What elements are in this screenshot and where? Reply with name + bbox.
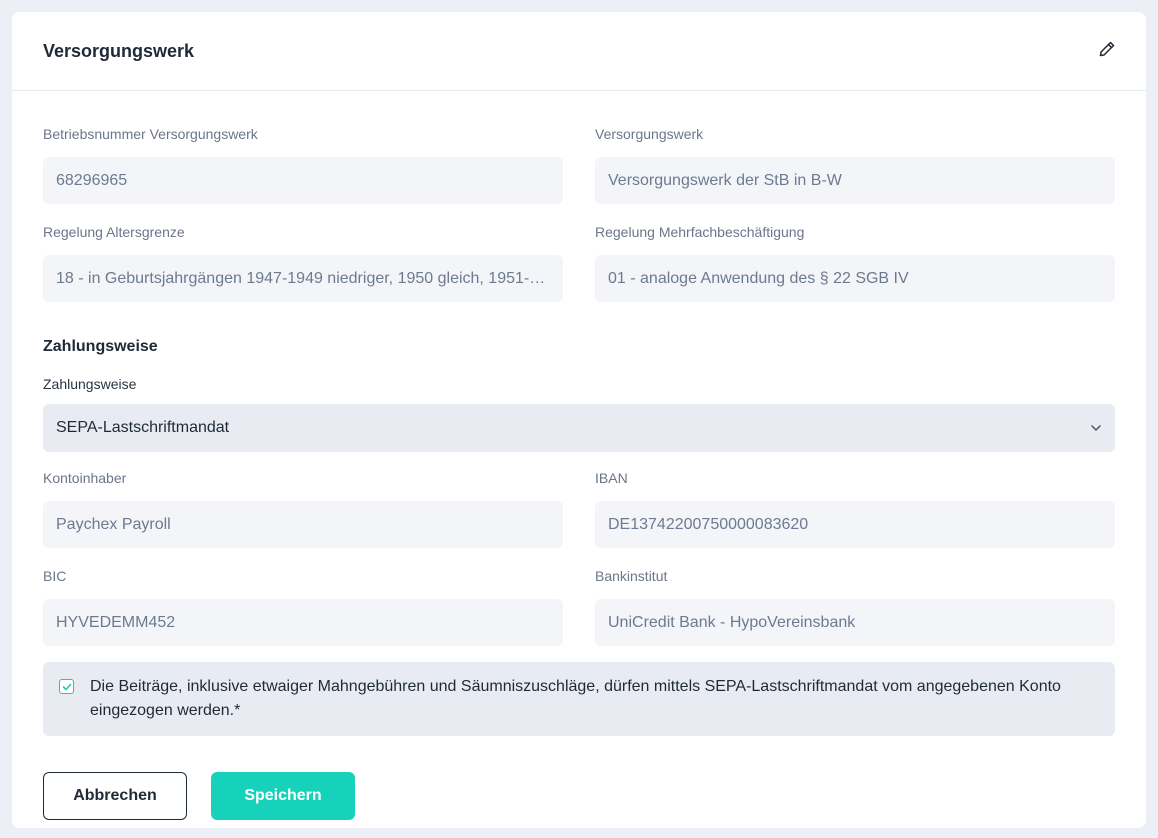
- check-icon: [62, 678, 72, 696]
- card-body: Betriebsnummer Versorgungswerk 68296965 …: [12, 125, 1146, 820]
- versorgungswerk-input: Versorgungswerk der StB in B-W: [595, 157, 1115, 204]
- altersgrenze-label: Regelung Altersgrenze: [43, 224, 185, 240]
- bic-input: HYVEDEMM452: [43, 599, 563, 646]
- iban-value: DE13742200750000083620: [608, 515, 809, 533]
- pencil-icon: [1098, 40, 1116, 63]
- kontoinhaber-label: Kontoinhaber: [43, 470, 127, 486]
- betriebsnummer-label: Betriebsnummer Versorgungswerk: [43, 126, 258, 142]
- iban-label: IBAN: [595, 470, 628, 486]
- form-actions: Abbrechen Speichern: [43, 772, 1115, 820]
- iban-field: IBAN DE13742200750000083620: [595, 469, 1115, 548]
- bankinstitut-label: Bankinstitut: [595, 568, 668, 584]
- altersgrenze-input: 18 - in Geburtsjahrgängen 1947-1949 nied…: [43, 255, 563, 302]
- sepa-consent-checkbox[interactable]: [59, 679, 74, 694]
- card-header: Versorgungswerk: [12, 12, 1146, 91]
- sepa-consent-box: Die Beiträge, inklusive etwaiger Mahngeb…: [43, 662, 1115, 736]
- altersgrenze-value: 18 - in Geburtsjahrgängen 1947-1949 nied…: [56, 269, 550, 287]
- bic-label: BIC: [43, 568, 67, 584]
- sepa-consent-text: Die Beiträge, inklusive etwaiger Mahngeb…: [90, 678, 1061, 719]
- versorgungswerk-row-1: Betriebsnummer Versorgungswerk 68296965 …: [43, 125, 1115, 204]
- mehrfach-input: 01 - analoge Anwendung des § 22 SGB IV: [595, 255, 1115, 302]
- iban-input: DE13742200750000083620: [595, 501, 1115, 548]
- mehrfach-label: Regelung Mehrfachbeschäftigung: [595, 224, 805, 240]
- payment-method-select[interactable]: SEPA-Lastschriftmandat: [43, 404, 1115, 452]
- bic-value: HYVEDEMM452: [56, 613, 176, 631]
- chevron-down-icon: [1090, 419, 1102, 437]
- payment-section-title: Zahlungsweise: [43, 338, 158, 355]
- edit-button[interactable]: [1095, 39, 1119, 63]
- bank-row-2: BIC HYVEDEMM452 Bankinstitut UniCredit B…: [43, 567, 1115, 646]
- betriebsnummer-field: Betriebsnummer Versorgungswerk 68296965: [43, 125, 563, 204]
- altersgrenze-field: Regelung Altersgrenze 18 - in Geburtsjah…: [43, 223, 563, 302]
- payment-method-value: SEPA-Lastschriftmandat: [56, 419, 230, 436]
- versorgungswerk-card: Versorgungswerk Betriebsnummer Versorgun…: [12, 12, 1146, 828]
- kontoinhaber-field: Kontoinhaber Paychex Payroll: [43, 469, 563, 548]
- versorgungswerk-value: Versorgungswerk der StB in B-W: [608, 171, 842, 189]
- versorgungswerk-field: Versorgungswerk Versorgungswerk der StB …: [595, 125, 1115, 204]
- versorgungswerk-row-2: Regelung Altersgrenze 18 - in Geburtsjah…: [43, 223, 1115, 302]
- bank-row-1: Kontoinhaber Paychex Payroll IBAN DE1374…: [43, 469, 1115, 548]
- save-button[interactable]: Speichern: [211, 772, 355, 820]
- kontoinhaber-value: Paychex Payroll: [56, 515, 171, 533]
- bankinstitut-value: UniCredit Bank - HypoVereinsbank: [608, 613, 856, 631]
- bic-field: BIC HYVEDEMM452: [43, 567, 563, 646]
- betriebsnummer-input: 68296965: [43, 157, 563, 204]
- payment-select-label: Zahlungsweise: [43, 376, 137, 392]
- mehrfach-value: 01 - analoge Anwendung des § 22 SGB IV: [608, 269, 909, 287]
- betriebsnummer-value: 68296965: [56, 171, 128, 189]
- versorgungswerk-label: Versorgungswerk: [595, 126, 704, 142]
- page-title: Versorgungswerk: [43, 40, 195, 61]
- kontoinhaber-input: Paychex Payroll: [43, 501, 563, 548]
- bankinstitut-input: UniCredit Bank - HypoVereinsbank: [595, 599, 1115, 646]
- mehrfach-field: Regelung Mehrfachbeschäftigung 01 - anal…: [595, 223, 1115, 302]
- bankinstitut-field: Bankinstitut UniCredit Bank - HypoVerein…: [595, 567, 1115, 646]
- cancel-button[interactable]: Abbrechen: [43, 772, 187, 820]
